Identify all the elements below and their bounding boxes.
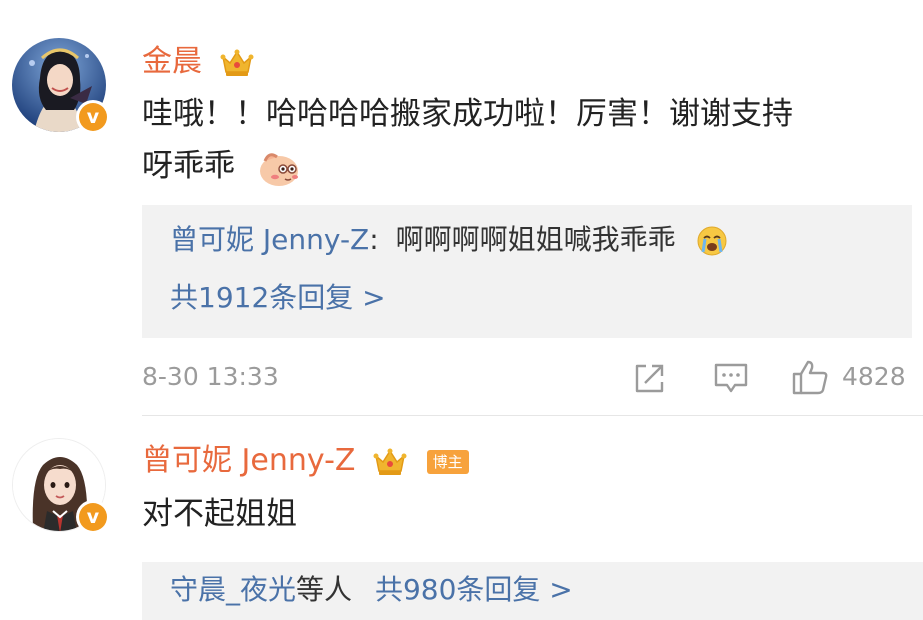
comment-text-part: 哇哦！！哈哈哈哈搬家成功啦！厉害！谢谢支持: [142, 96, 793, 132]
blogger-badge: 博主: [426, 449, 469, 474]
reply-text: 啊啊啊啊姐姐喊我乖乖: [395, 223, 676, 256]
like-icon[interactable]: [790, 358, 830, 396]
share-icon[interactable]: [632, 360, 668, 396]
verified-icon: v: [76, 100, 110, 134]
shy-emoji-icon: [259, 152, 298, 186]
reply-author-link[interactable]: 曾可妮 Jenny-Z: [170, 223, 369, 256]
reply-count-text[interactable]: 共1912条回复 >: [170, 281, 386, 314]
reply-count-link[interactable]: 共1912条回复 >: [170, 280, 386, 316]
comment-text-line2: 呀乖乖: [142, 140, 301, 192]
comment-text-line1: 哇哦！！哈哈哈哈搬家成功啦！厉害！谢谢支持: [142, 88, 793, 140]
avatar-jinchen[interactable]: v: [12, 38, 110, 134]
reply-names-suffix: 等人: [296, 573, 353, 606]
crown-icon: [220, 49, 254, 76]
comment-timestamp: 8-30 13:33: [142, 361, 279, 393]
comment-text-part2: 呀乖乖: [142, 148, 235, 184]
reply-names-link[interactable]: 守晨_夜光: [170, 573, 296, 606]
comment-text-2-content: 对不起姐姐: [142, 496, 297, 532]
reply-preview[interactable]: 曾可妮 Jenny-Z: 啊啊啊啊姐姐喊我乖乖: [170, 222, 729, 258]
crown-icon-2: [373, 448, 407, 475]
username-text[interactable]: 金晨: [142, 44, 202, 79]
timestamp-text: 8-30 13:33: [142, 362, 279, 391]
like-count: 4828: [842, 361, 906, 393]
crying-emoji-icon: [697, 226, 727, 256]
reply-count-link-2[interactable]: 共980条回复 >: [375, 573, 573, 606]
verified-icon-2: v: [76, 500, 110, 534]
comment-text-2: 对不起姐姐: [142, 488, 297, 540]
comment-divider: [142, 415, 923, 416]
avatar-zengkeni[interactable]: v: [12, 438, 110, 534]
comment-username[interactable]: 金晨: [142, 43, 254, 81]
reply-separator: :: [369, 223, 379, 256]
like-count-text: 4828: [842, 362, 906, 391]
comment-icon[interactable]: [712, 360, 750, 396]
reply-summary[interactable]: 守晨_夜光等人 共980条回复 >: [170, 572, 573, 608]
comment-username-2[interactable]: 曾可妮 Jenny-Z 博主: [142, 442, 469, 480]
username-text-2[interactable]: 曾可妮 Jenny-Z: [142, 443, 355, 478]
